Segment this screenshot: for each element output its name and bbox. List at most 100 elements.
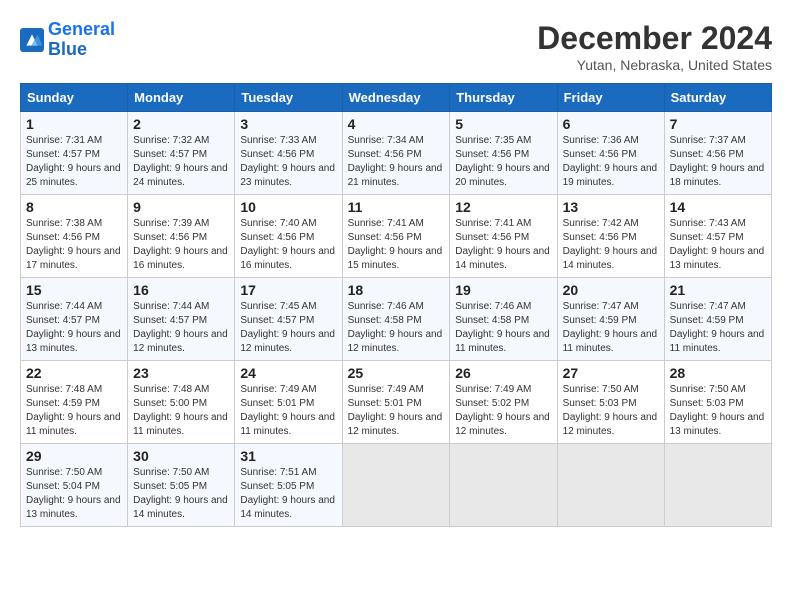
day-number: 17 <box>240 282 336 298</box>
day-detail: Sunrise: 7:34 AMSunset: 4:56 PMDaylight:… <box>348 134 445 190</box>
calendar-cell: 12 Sunrise: 7:41 AMSunset: 4:56 PMDayligh… <box>450 195 557 278</box>
logo-icon <box>20 28 44 52</box>
day-number: 22 <box>26 365 122 381</box>
calendar-cell: 26Sunrise: 7:49 AMSunset: 5:02 PMDayligh… <box>450 361 557 444</box>
day-number: 2 <box>133 116 229 132</box>
logo: General Blue <box>20 20 115 60</box>
day-detail: Sunrise: 7:39 AMSunset: 4:56 PMDaylight:… <box>133 217 229 273</box>
calendar-week-row: 22 Sunrise: 7:48 AMSunset: 4:59 PMDayligh… <box>21 361 772 444</box>
day-number: 11 <box>348 199 445 215</box>
day-number: 24 <box>240 365 336 381</box>
day-number: 16 <box>133 282 229 298</box>
calendar-cell: 20Sunrise: 7:47 AMSunset: 4:59 PMDayligh… <box>557 278 664 361</box>
calendar-cell: 19 Sunrise: 7:46 AMSunset: 4:58 PMDayligh… <box>450 278 557 361</box>
title-block: December 2024 Yutan, Nebraska, United St… <box>537 20 772 73</box>
day-detail: Sunrise: 7:46 AMSunset: 4:58 PMDaylight:… <box>348 300 445 356</box>
calendar-cell <box>664 444 771 527</box>
calendar-cell: 7 Sunrise: 7:37 AMSunset: 4:56 PMDaylight… <box>664 112 771 195</box>
calendar-week-row: 15 Sunrise: 7:44 AMSunset: 4:57 PMDayligh… <box>21 278 772 361</box>
day-detail: Sunrise: 7:50 AMSunset: 5:04 PMDaylight:… <box>26 466 122 522</box>
day-detail: Sunrise: 7:50 AMSunset: 5:03 PMDaylight:… <box>563 383 659 439</box>
day-detail: Sunrise: 7:43 AMSunset: 4:57 PMDaylight:… <box>670 217 766 273</box>
day-detail: Sunrise: 7:37 AMSunset: 4:56 PMDaylight:… <box>670 134 766 190</box>
calendar-cell: 11 Sunrise: 7:41 AMSunset: 4:56 PMDayligh… <box>342 195 450 278</box>
calendar-week-row: 29 Sunrise: 7:50 AMSunset: 5:04 PMDayligh… <box>21 444 772 527</box>
day-number: 31 <box>240 448 336 464</box>
calendar-cell: 30 Sunrise: 7:50 AMSunset: 5:05 PMDayligh… <box>128 444 235 527</box>
day-detail: Sunrise: 7:41 AMSunset: 4:56 PMDaylight:… <box>455 217 551 273</box>
col-header-tuesday: Tuesday <box>235 84 342 112</box>
day-number: 7 <box>670 116 766 132</box>
page-header: General Blue December 2024 Yutan, Nebras… <box>20 20 772 73</box>
day-number: 27 <box>563 365 659 381</box>
day-number: 10 <box>240 199 336 215</box>
day-detail: Sunrise: 7:49 AMSunset: 5:01 PMDaylight:… <box>348 383 445 439</box>
calendar-table: SundayMondayTuesdayWednesdayThursdayFrid… <box>20 83 772 527</box>
day-number: 13 <box>563 199 659 215</box>
calendar-cell <box>557 444 664 527</box>
day-number: 29 <box>26 448 122 464</box>
day-number: 8 <box>26 199 122 215</box>
calendar-cell: 13Sunrise: 7:42 AMSunset: 4:56 PMDayligh… <box>557 195 664 278</box>
col-header-friday: Friday <box>557 84 664 112</box>
day-number: 12 <box>455 199 551 215</box>
calendar-cell: 16 Sunrise: 7:44 AMSunset: 4:57 PMDayligh… <box>128 278 235 361</box>
calendar-cell: 4 Sunrise: 7:34 AMSunset: 4:56 PMDaylight… <box>342 112 450 195</box>
day-detail: Sunrise: 7:35 AMSunset: 4:56 PMDaylight:… <box>455 134 551 190</box>
calendar-cell: 10Sunrise: 7:40 AMSunset: 4:56 PMDayligh… <box>235 195 342 278</box>
day-detail: Sunrise: 7:33 AMSunset: 4:56 PMDaylight:… <box>240 134 336 190</box>
calendar-cell: 31 Sunrise: 7:51 AMSunset: 5:05 PMDayligh… <box>235 444 342 527</box>
col-header-monday: Monday <box>128 84 235 112</box>
logo-line1: General <box>48 19 115 39</box>
col-header-saturday: Saturday <box>664 84 771 112</box>
day-number: 4 <box>348 116 445 132</box>
day-number: 5 <box>455 116 551 132</box>
day-detail: Sunrise: 7:46 AMSunset: 4:58 PMDaylight:… <box>455 300 551 356</box>
day-detail: Sunrise: 7:44 AMSunset: 4:57 PMDaylight:… <box>26 300 122 356</box>
calendar-cell: 8 Sunrise: 7:38 AMSunset: 4:56 PMDaylight… <box>21 195 128 278</box>
calendar-cell: 15 Sunrise: 7:44 AMSunset: 4:57 PMDayligh… <box>21 278 128 361</box>
day-detail: Sunrise: 7:49 AMSunset: 5:02 PMDaylight:… <box>455 383 551 439</box>
day-detail: Sunrise: 7:47 AMSunset: 4:59 PMDaylight:… <box>563 300 659 356</box>
calendar-cell: 1Sunrise: 7:31 AMSunset: 4:57 PMDaylight… <box>21 112 128 195</box>
calendar-week-row: 8 Sunrise: 7:38 AMSunset: 4:56 PMDaylight… <box>21 195 772 278</box>
calendar-header-row: SundayMondayTuesdayWednesdayThursdayFrid… <box>21 84 772 112</box>
calendar-cell: 5 Sunrise: 7:35 AMSunset: 4:56 PMDaylight… <box>450 112 557 195</box>
day-detail: Sunrise: 7:41 AMSunset: 4:56 PMDaylight:… <box>348 217 445 273</box>
day-number: 14 <box>670 199 766 215</box>
calendar-cell: 14 Sunrise: 7:43 AMSunset: 4:57 PMDayligh… <box>664 195 771 278</box>
calendar-cell: 24Sunrise: 7:49 AMSunset: 5:01 PMDayligh… <box>235 361 342 444</box>
calendar-cell: 28 Sunrise: 7:50 AMSunset: 5:03 PMDayligh… <box>664 361 771 444</box>
day-number: 23 <box>133 365 229 381</box>
day-detail: Sunrise: 7:50 AMSunset: 5:03 PMDaylight:… <box>670 383 766 439</box>
calendar-cell: 22 Sunrise: 7:48 AMSunset: 4:59 PMDayligh… <box>21 361 128 444</box>
col-header-thursday: Thursday <box>450 84 557 112</box>
calendar-cell: 23Sunrise: 7:48 AMSunset: 5:00 PMDayligh… <box>128 361 235 444</box>
calendar-cell: 6Sunrise: 7:36 AMSunset: 4:56 PMDaylight… <box>557 112 664 195</box>
col-header-wednesday: Wednesday <box>342 84 450 112</box>
day-number: 19 <box>455 282 551 298</box>
col-header-sunday: Sunday <box>21 84 128 112</box>
calendar-cell: 18 Sunrise: 7:46 AMSunset: 4:58 PMDayligh… <box>342 278 450 361</box>
day-detail: Sunrise: 7:51 AMSunset: 5:05 PMDaylight:… <box>240 466 336 522</box>
day-detail: Sunrise: 7:38 AMSunset: 4:56 PMDaylight:… <box>26 217 122 273</box>
logo-line2: Blue <box>48 39 87 59</box>
day-number: 3 <box>240 116 336 132</box>
day-number: 21 <box>670 282 766 298</box>
day-detail: Sunrise: 7:48 AMSunset: 4:59 PMDaylight:… <box>26 383 122 439</box>
day-number: 30 <box>133 448 229 464</box>
calendar-cell: 27 Sunrise: 7:50 AMSunset: 5:03 PMDayligh… <box>557 361 664 444</box>
calendar-cell: 25Sunrise: 7:49 AMSunset: 5:01 PMDayligh… <box>342 361 450 444</box>
calendar-cell: 29 Sunrise: 7:50 AMSunset: 5:04 PMDayligh… <box>21 444 128 527</box>
calendar-cell <box>342 444 450 527</box>
calendar-cell: 21Sunrise: 7:47 AMSunset: 4:59 PMDayligh… <box>664 278 771 361</box>
logo-text: General Blue <box>48 20 115 60</box>
day-number: 18 <box>348 282 445 298</box>
day-number: 15 <box>26 282 122 298</box>
day-number: 28 <box>670 365 766 381</box>
calendar-cell: 3 Sunrise: 7:33 AMSunset: 4:56 PMDaylight… <box>235 112 342 195</box>
calendar-subtitle: Yutan, Nebraska, United States <box>537 57 772 73</box>
day-detail: Sunrise: 7:44 AMSunset: 4:57 PMDaylight:… <box>133 300 229 356</box>
calendar-week-row: 1Sunrise: 7:31 AMSunset: 4:57 PMDaylight… <box>21 112 772 195</box>
day-detail: Sunrise: 7:50 AMSunset: 5:05 PMDaylight:… <box>133 466 229 522</box>
